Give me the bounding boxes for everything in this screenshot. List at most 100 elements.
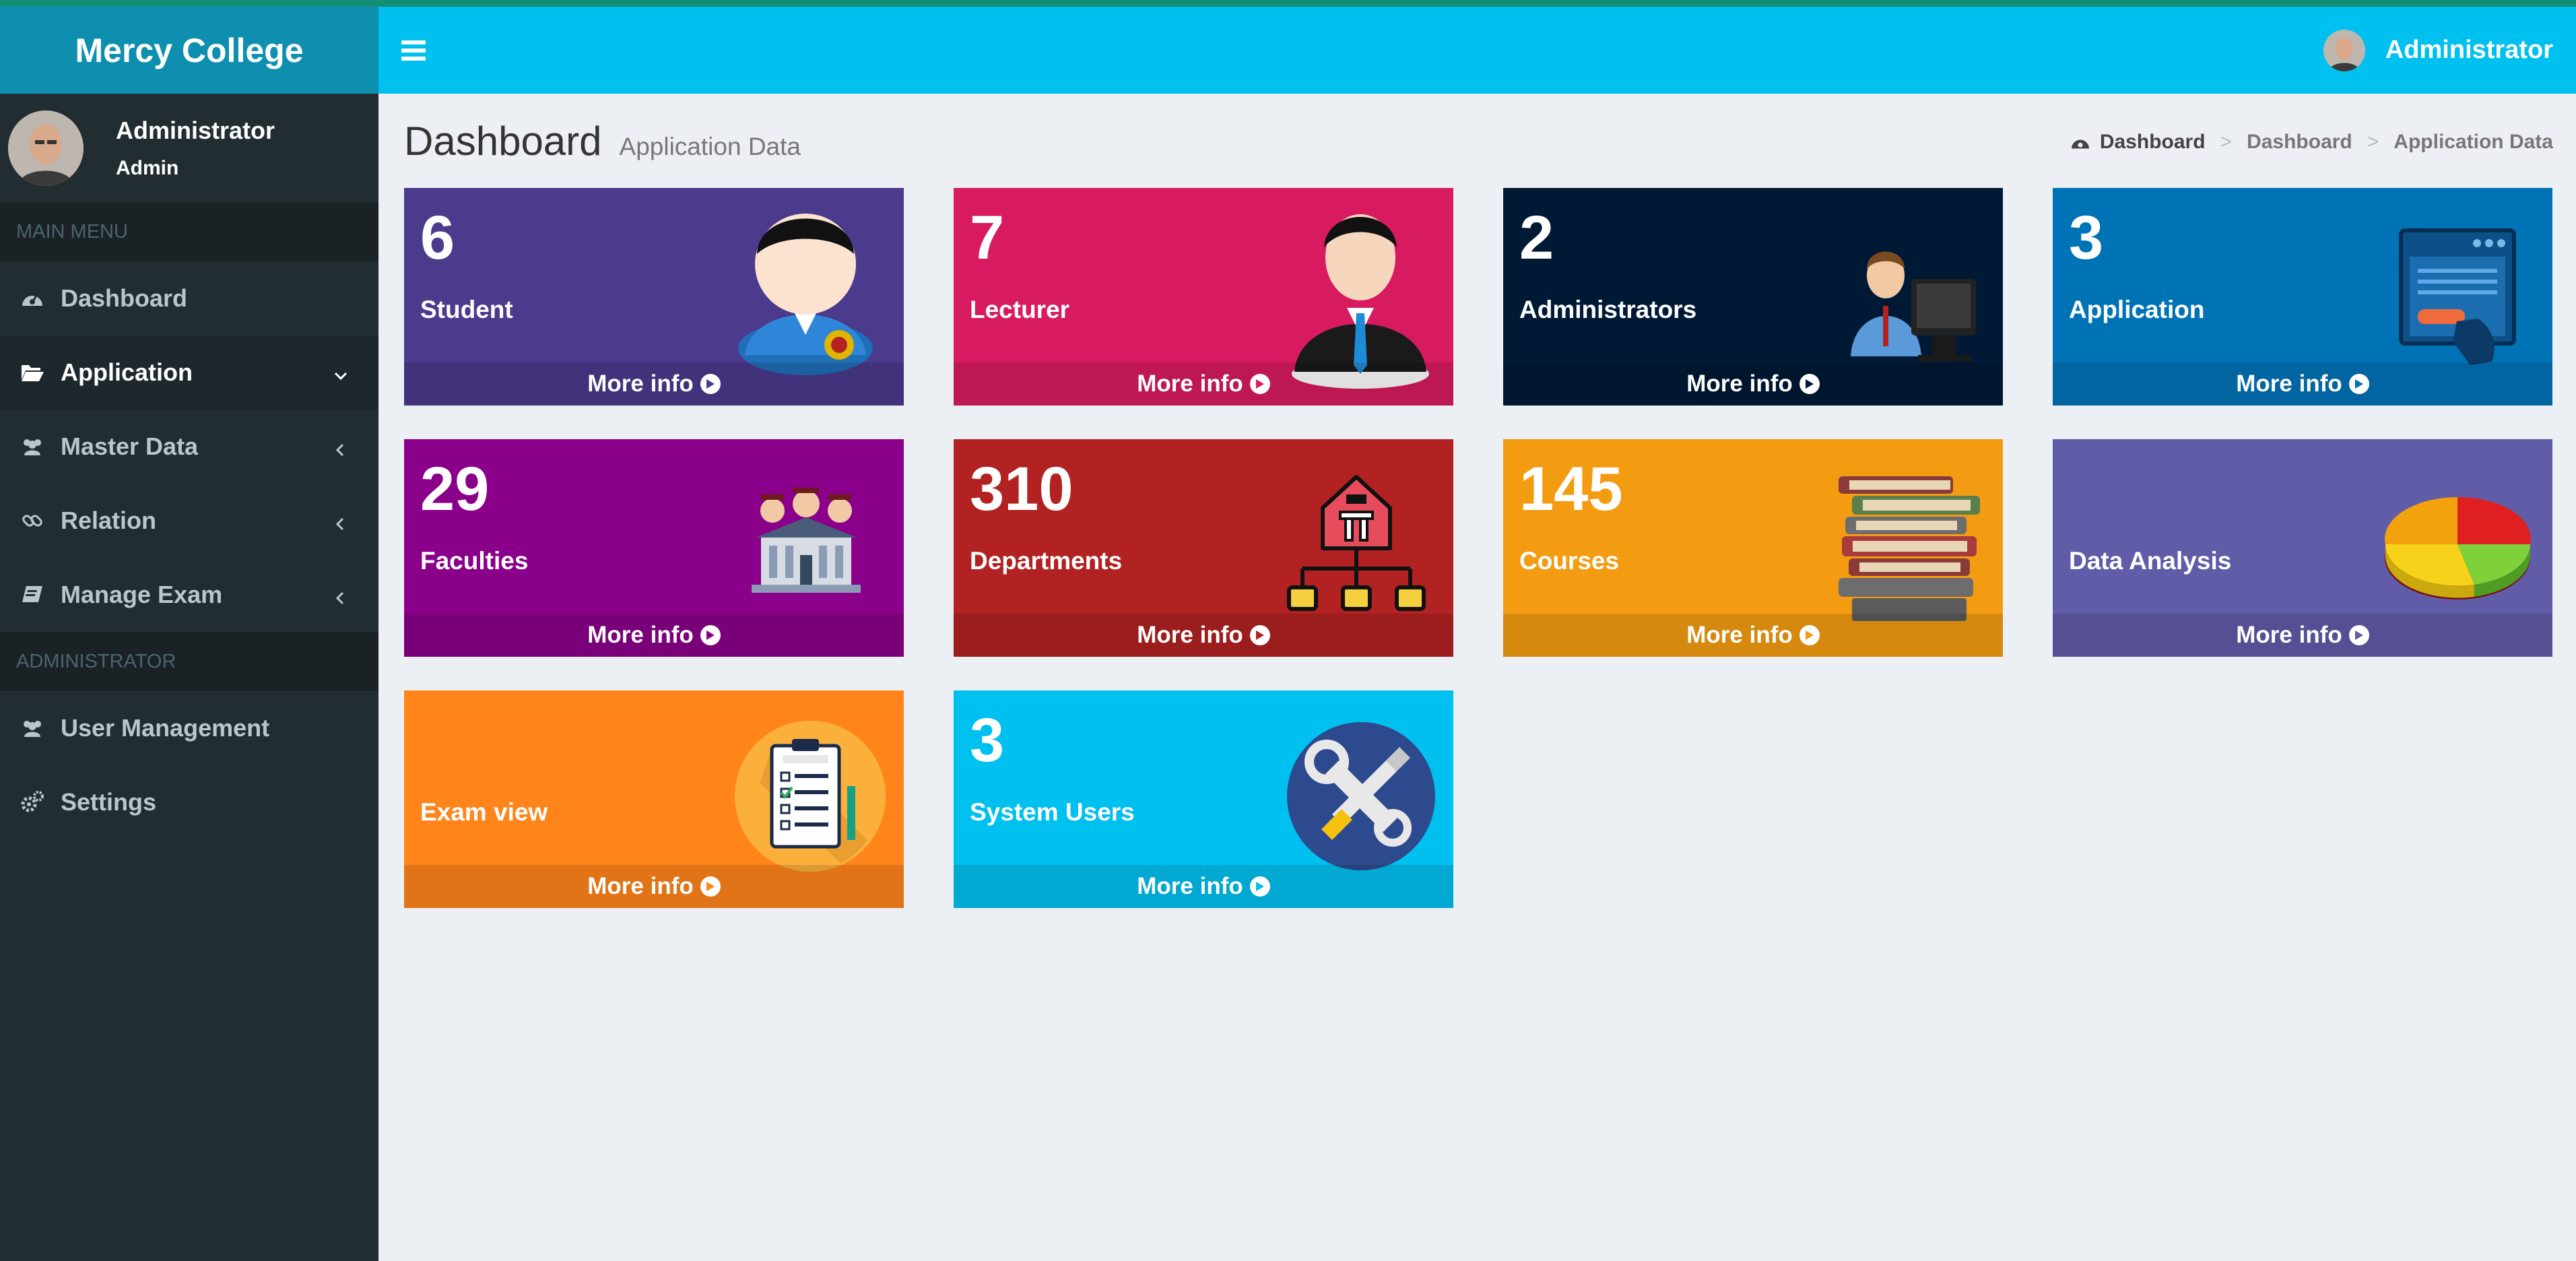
arrow-circle-right-icon [2348, 625, 2369, 645]
box-label: Exam view [420, 798, 548, 826]
small-box-lecturer[interactable]: 7 Lecturer More info [954, 188, 1453, 406]
more-info-label: More info [2236, 370, 2342, 397]
small-box-courses[interactable]: 145 Courses More info [1503, 439, 2003, 657]
chevron-down-icon [331, 363, 350, 382]
more-info-label: More info [587, 370, 694, 397]
more-info-link[interactable]: More info [404, 865, 904, 908]
page-title: Dashboard [404, 119, 602, 164]
application-window-icon [2398, 227, 2519, 372]
sidebar-item-relation[interactable]: Relation [0, 484, 378, 558]
arrow-circle-right-icon [700, 876, 721, 897]
arrow-circle-right-icon [700, 374, 721, 394]
arrow-circle-right-icon [1249, 374, 1270, 394]
more-info-link[interactable]: More info [954, 865, 1453, 908]
sidebar-item-label: User Management [61, 714, 270, 742]
chevron-left-icon [331, 511, 350, 531]
folder-open-icon [20, 360, 44, 385]
sidebar-item-label: Manage Exam [61, 581, 223, 608]
arrow-circle-right-icon [1249, 876, 1270, 897]
menu-header-main: MAIN MENU [0, 202, 378, 261]
more-info-link[interactable]: More info [1503, 362, 2003, 406]
header-user-name: Administrator [2385, 36, 2553, 64]
more-info-label: More info [587, 873, 694, 899]
link-icon [20, 509, 44, 533]
small-box-system-users[interactable]: 3 System Users More info [954, 690, 1453, 908]
breadcrumb-separator: > [2220, 131, 2233, 153]
small-box-departments[interactable]: 310 Departments More info [954, 439, 1453, 657]
small-box-exam-view[interactable]: Exam view More info [404, 690, 904, 908]
top-navbar: Administrator [378, 7, 2576, 94]
users-icon [20, 716, 44, 740]
box-label: Courses [1519, 547, 1620, 575]
app-logo[interactable]: Mercy College [0, 7, 378, 94]
more-info-link[interactable]: More info [2053, 614, 2552, 657]
box-count: 6 [420, 203, 455, 272]
gears-icon [20, 790, 44, 814]
dashboard-icon [20, 286, 44, 311]
user-name: Administrator [116, 116, 275, 144]
box-label: Application [2069, 296, 2205, 323]
more-info-label: More info [1137, 873, 1243, 899]
box-label: Student [420, 296, 513, 323]
more-info-link[interactable]: More info [954, 614, 1453, 657]
more-info-link[interactable]: More info [404, 614, 904, 657]
sidebar-item-settings[interactable]: Settings [0, 765, 378, 839]
page-subtitle: Application Data [619, 133, 801, 160]
avatar [8, 110, 84, 186]
box-label: Lecturer [970, 296, 1070, 323]
sidebar-item-master-data[interactable]: Master Data [0, 410, 378, 484]
more-info-link[interactable]: More info [954, 362, 1453, 406]
arrow-circle-right-icon [2348, 374, 2369, 394]
box-count: 3 [970, 706, 1005, 775]
chevron-left-icon [331, 437, 350, 457]
sidebar-item-dashboard[interactable]: Dashboard [0, 261, 378, 335]
more-info-link[interactable]: More info [404, 362, 904, 406]
header-user-menu[interactable]: Administrator [2323, 7, 2553, 94]
small-box-administrators[interactable]: 2 Administrators More info [1503, 188, 2003, 406]
box-label: Faculties [420, 547, 529, 575]
sidebar-item-label: Relation [61, 507, 157, 534]
breadcrumb-link-dashboard-2[interactable]: Dashboard [2247, 131, 2352, 154]
administrator-icon [1837, 228, 1985, 373]
books-stack-icon [1825, 473, 1987, 624]
breadcrumb-current: Application Data [2393, 131, 2553, 153]
user-role: Admin [116, 156, 179, 179]
box-label: Administrators [1519, 296, 1697, 323]
book-icon [20, 583, 44, 607]
box-count: 2 [1519, 203, 1554, 272]
sidebar-item-manage-exam[interactable]: Manage Exam [0, 558, 378, 632]
sidebar-item-label: Settings [61, 788, 157, 816]
more-info-link[interactable]: More info [1503, 614, 2003, 657]
more-info-link[interactable]: More info [2053, 362, 2552, 406]
sidebar-item-application[interactable]: Application [0, 335, 378, 410]
breadcrumb-link-dashboard[interactable]: Dashboard [2100, 131, 2206, 154]
breadcrumb-separator: > [2367, 131, 2379, 153]
box-label: Data Analysis [2069, 547, 2232, 575]
department-hierarchy-icon [1282, 467, 1430, 626]
box-count: 3 [2069, 203, 2104, 272]
more-info-label: More info [1137, 622, 1243, 648]
more-info-label: More info [1686, 370, 1793, 397]
box-count: 7 [970, 203, 1005, 272]
more-info-label: More info [2236, 622, 2342, 648]
sidebar-item-label: Dashboard [61, 284, 188, 312]
small-box-application[interactable]: 3 Application More info [2053, 188, 2552, 406]
box-count: 145 [1519, 455, 1623, 523]
more-info-label: More info [587, 622, 694, 648]
sidebar-item-user-management[interactable]: User Management [0, 691, 378, 765]
box-count: 29 [420, 455, 490, 523]
small-box-student[interactable]: 6 Student More info [404, 188, 904, 406]
student-icon [731, 200, 880, 379]
users-icon [20, 434, 44, 459]
box-count: 310 [970, 455, 1074, 523]
small-box-data-analysis[interactable]: Data Analysis More info [2053, 439, 2552, 657]
avatar [2323, 29, 2365, 71]
arrow-circle-right-icon [1799, 625, 1820, 645]
pie-chart-icon [2380, 477, 2535, 615]
box-label: Departments [970, 547, 1123, 575]
small-box-faculties[interactable]: 29 Faculties More info [404, 439, 904, 657]
menu-toggle-icon[interactable] [401, 40, 426, 61]
more-info-label: More info [1686, 622, 1793, 648]
more-info-label: More info [1137, 370, 1243, 397]
box-label: System Users [970, 798, 1135, 826]
